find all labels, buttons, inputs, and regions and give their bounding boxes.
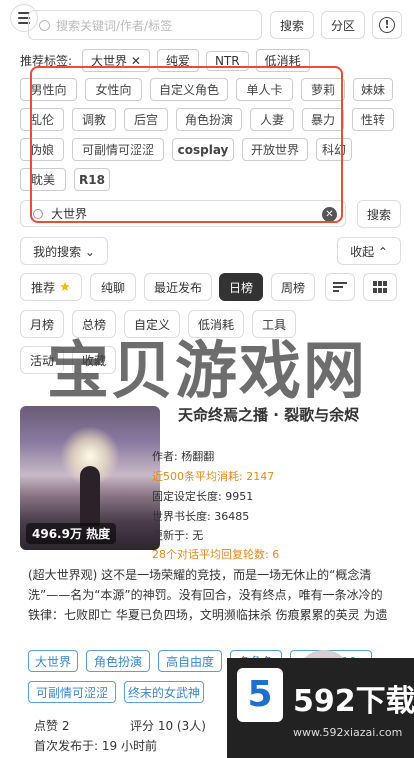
sort-icon[interactable] xyxy=(325,273,355,301)
card-likes: 点赞 2 xyxy=(34,719,70,733)
zone-button[interactable]: 分区 xyxy=(321,11,365,39)
card-avg-rounds: 28个对话平均回复轮数: 6 xyxy=(152,548,280,561)
card-tag[interactable]: 高自由度 xyxy=(158,650,222,672)
logo-text: 592下载 xyxy=(293,684,414,719)
tab-recommend[interactable]: 推荐 ★ xyxy=(20,273,82,301)
card-tag[interactable]: 角色扮演 xyxy=(86,650,150,672)
card-updated: 更新于: 无 xyxy=(152,529,204,542)
tab-label: 推荐 xyxy=(31,280,56,295)
cover-image: 496.9万 热度 xyxy=(20,406,160,550)
tag-item[interactable]: 妹妹 xyxy=(353,78,393,101)
top-bar: 搜索关键词/作者/标签 搜索 分区 ! xyxy=(0,0,414,48)
info-icon: ! xyxy=(379,17,395,33)
grid-view-icon[interactable] xyxy=(363,273,397,301)
card-rating: 评分 10 (3人) xyxy=(130,719,206,733)
tab-weekly[interactable]: 周榜 xyxy=(271,273,315,301)
card-book-length: 世界书长度: 36485 xyxy=(152,510,250,523)
heat-badge: 496.9万 热度 xyxy=(26,523,117,544)
card-avg-cost: 近500条平均消耗: 2147 xyxy=(152,470,275,483)
card-description: (超大世界观) 这不是一场荣耀的竞技，而是一场无休止的“概念清洗”——名为“本源… xyxy=(28,568,388,622)
collapse-button[interactable]: 收起 ⌃ xyxy=(337,237,401,265)
card-title: 天命终焉之播 · 裂歌与余烬 xyxy=(178,406,360,424)
search-icon xyxy=(39,19,50,31)
watermark-text: 宝贝游戏网 xyxy=(46,334,367,407)
site-logo: 5 592下载 www.592xiazai.com xyxy=(227,658,414,758)
tag-search-button[interactable]: 搜索 xyxy=(357,200,401,228)
card-tag[interactable]: 大世界 xyxy=(28,650,78,672)
tag-item[interactable]: 性转 xyxy=(352,108,394,131)
cover-figure xyxy=(80,466,100,526)
logo-url: www.592xiazai.com xyxy=(293,726,403,739)
search-placeholder: 搜索关键词/作者/标签 xyxy=(56,18,173,33)
card-first-published: 首次发布于: 19 小时前 xyxy=(34,739,157,753)
card-tag[interactable]: 可副情可涩涩 xyxy=(28,681,116,703)
logo-mark: 5 xyxy=(237,668,283,722)
card-tag[interactable]: 终末的女武神 xyxy=(124,681,204,703)
info-button[interactable]: ! xyxy=(372,11,402,39)
search-button[interactable]: 搜索 xyxy=(270,11,314,39)
card-author: 作者: 杨翻翻 xyxy=(152,450,215,463)
star-icon: ★ xyxy=(59,279,71,295)
tab-daily[interactable]: 日榜 xyxy=(219,273,263,301)
card-fixed-length: 固定设定长度: 9951 xyxy=(152,490,254,503)
tab-chat[interactable]: 纯聊 xyxy=(90,273,136,301)
tab-recent[interactable]: 最近发布 xyxy=(144,273,212,301)
highlight-box xyxy=(30,66,343,223)
search-input[interactable]: 搜索关键词/作者/标签 xyxy=(28,10,262,40)
my-search-dropdown[interactable]: 我的搜索 ⌄ xyxy=(20,237,108,265)
